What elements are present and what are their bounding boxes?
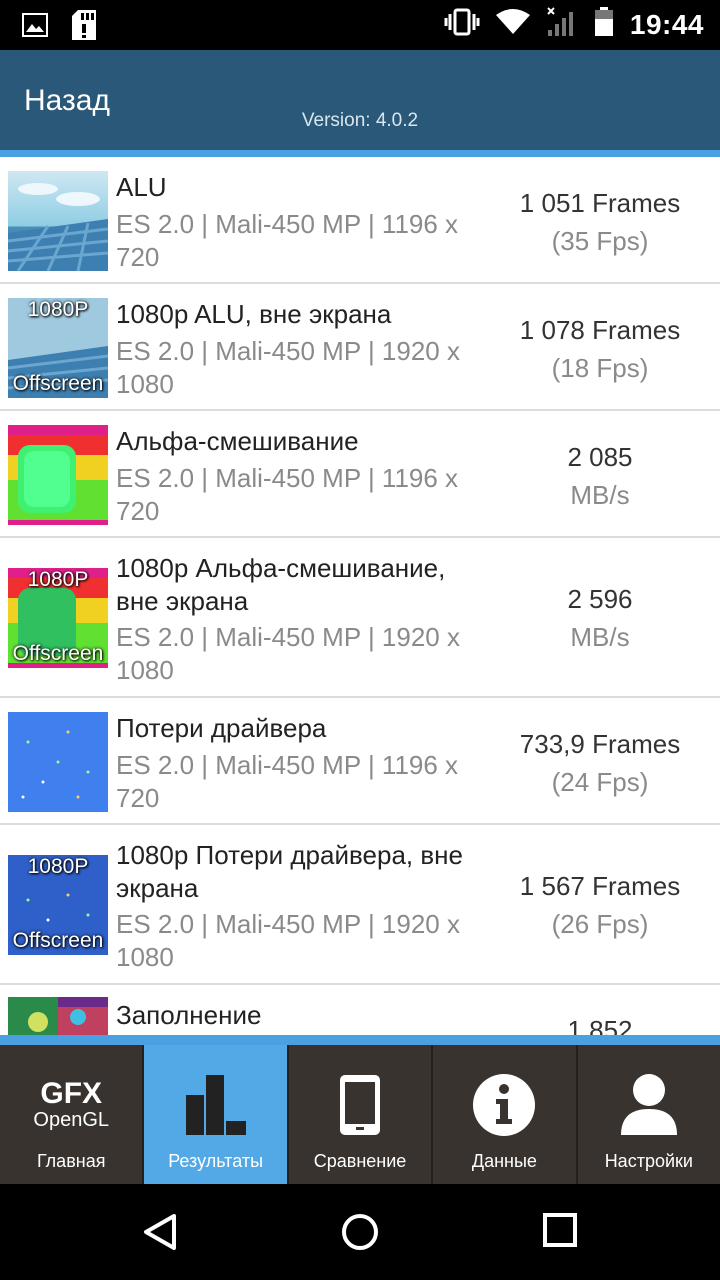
result-unit: (35 Fps): [551, 226, 649, 256]
test-result: 1 078 Frames (18 Fps): [490, 311, 710, 387]
test-subtitle: ES 2.0 | Mali-450 MP | 1920 x 1080: [116, 622, 460, 685]
test-title: 1080p Альфа-смешивание, вне экрана: [116, 553, 446, 616]
resolution-tag: 1080P: [27, 568, 89, 591]
result-value: 733,9 Frames: [519, 729, 681, 759]
result-value: 2 085: [567, 442, 633, 472]
result-row[interactable]: 1080P Offscreen 1080p Альфа-смешивание, …: [0, 538, 720, 698]
tab-label: Данные: [471, 1151, 537, 1171]
result-unit: (18 Fps): [551, 353, 649, 383]
test-result: 1 051 Frames (35 Fps): [490, 184, 710, 260]
result-row[interactable]: ALU ES 2.0 | Mali-450 MP | 1196 x 720 1 …: [0, 157, 720, 284]
recents-icon[interactable]: [542, 1212, 578, 1253]
sd-card-icon: [72, 10, 96, 45]
vibrate-icon: [444, 8, 480, 41]
test-title: Потери драйвера: [116, 713, 327, 743]
tab-settings[interactable]: Настройки: [577, 1045, 720, 1184]
test-subtitle: ES 2.0 | Mali-450 MP | 1196 x 720: [116, 750, 459, 813]
result-unit: (24 Fps): [551, 767, 649, 797]
resolution-tag: 1080P: [27, 855, 89, 878]
back-icon[interactable]: [140, 1212, 180, 1257]
test-subtitle: ES 2.0 | Mali-450 MP | 1196 x 720: [116, 463, 459, 526]
result-value: 1 852: [567, 1015, 633, 1035]
tab-info[interactable]: Данные: [433, 1045, 578, 1184]
test-title: Заполнение: [116, 1000, 262, 1030]
clock: 19:44: [629, 8, 704, 40]
gfx-logo-icon: GFX OpenGL: [21, 1077, 121, 1132]
result-row[interactable]: 1080P Offscreen 1080p Потери драйвера, в…: [0, 825, 720, 985]
tab-compare[interactable]: Сравнение: [288, 1045, 434, 1184]
driver-thumbnail: [8, 712, 108, 812]
gfx-logo-line2: OpenGL: [33, 1109, 109, 1131]
resolution-tag: 1080P: [27, 298, 89, 321]
result-row[interactable]: Потери драйвера ES 2.0 | Mali-450 MP | 1…: [0, 698, 720, 825]
test-subtitle: ES 2.0 | Mali-450 MP | 1920 x 1080: [116, 909, 460, 972]
offscreen-tag: Offscreen: [12, 929, 104, 952]
version-label: Version: 4.0.2: [301, 110, 419, 131]
result-row[interactable]: Заполнение 1 852: [0, 985, 720, 1035]
result-value: 2 596: [567, 584, 633, 614]
test-result: 2 596 MB/s: [490, 580, 710, 656]
image-icon: [22, 13, 48, 42]
phone-icon: [338, 1073, 382, 1142]
test-result: 1 852: [490, 1011, 710, 1035]
result-row[interactable]: Альфа-смешивание ES 2.0 | Mali-450 MP | …: [0, 411, 720, 538]
info-icon: [472, 1073, 536, 1142]
tab-label: Сравнение: [313, 1151, 407, 1171]
alu-thumbnail: [8, 171, 108, 271]
test-title: 1080p ALU, вне экрана: [116, 299, 392, 329]
system-nav-bar: [0, 1184, 720, 1280]
result-unit: MB/s: [570, 622, 630, 652]
test-subtitle: ES 2.0 | Mali-450 MP | 1196 x 720: [116, 209, 459, 272]
battery-icon: [594, 7, 614, 42]
results-list[interactable]: ALU ES 2.0 | Mali-450 MP | 1196 x 720 1 …: [0, 157, 720, 1035]
result-value: 1 567 Frames: [519, 871, 681, 901]
offscreen-tag: Offscreen: [12, 642, 104, 665]
offscreen-tag: Offscreen: [12, 372, 104, 395]
test-subtitle: ES 2.0 | Mali-450 MP | 1920 x 1080: [116, 336, 460, 399]
tab-label: Результаты: [168, 1151, 264, 1171]
tab-label: Настройки: [604, 1151, 693, 1171]
tab-home[interactable]: GFX OpenGL Главная: [0, 1045, 145, 1184]
home-icon[interactable]: [340, 1212, 380, 1257]
result-value: 1 051 Frames: [519, 188, 681, 218]
bottom-tab-bar: GFX OpenGL Главная Результаты Сравнение …: [0, 1045, 720, 1184]
blend-thumbnail: [8, 425, 108, 525]
result-value: 1 078 Frames: [519, 315, 681, 345]
driver-offscreen-thumbnail: 1080P Offscreen: [8, 855, 108, 955]
test-result: 2 085 MB/s: [490, 438, 710, 514]
user-icon: [620, 1073, 677, 1140]
signal-icon: [546, 6, 578, 43]
result-unit: (26 Fps): [551, 909, 649, 939]
test-title: ALU: [116, 172, 167, 202]
tabs-accent-bar: [0, 1035, 720, 1045]
status-bar: 19:44: [0, 0, 720, 50]
tab-results[interactable]: Результаты: [144, 1045, 289, 1184]
test-title: Альфа-смешивание: [116, 426, 359, 456]
test-result: 733,9 Frames (24 Fps): [490, 725, 710, 801]
test-result: 1 567 Frames (26 Fps): [490, 867, 710, 943]
app-header: Назад Version: 4.0.2: [0, 50, 720, 150]
bar-chart-icon: [184, 1073, 248, 1142]
result-unit: MB/s: [570, 480, 630, 510]
result-row[interactable]: 1080P Offscreen 1080p ALU, вне экрана ES…: [0, 284, 720, 411]
alu-offscreen-thumbnail: 1080P Offscreen: [8, 298, 108, 398]
wifi-icon: [495, 9, 530, 40]
header-accent-bar: [0, 150, 720, 157]
test-title: 1080p Потери драйвера, вне экрана: [116, 840, 463, 903]
fill-thumbnail: [8, 997, 108, 1035]
tab-label: Главная: [36, 1151, 106, 1171]
blend-offscreen-thumbnail: 1080P Offscreen: [8, 568, 108, 668]
gfx-logo-line1: GFX: [40, 1077, 103, 1110]
